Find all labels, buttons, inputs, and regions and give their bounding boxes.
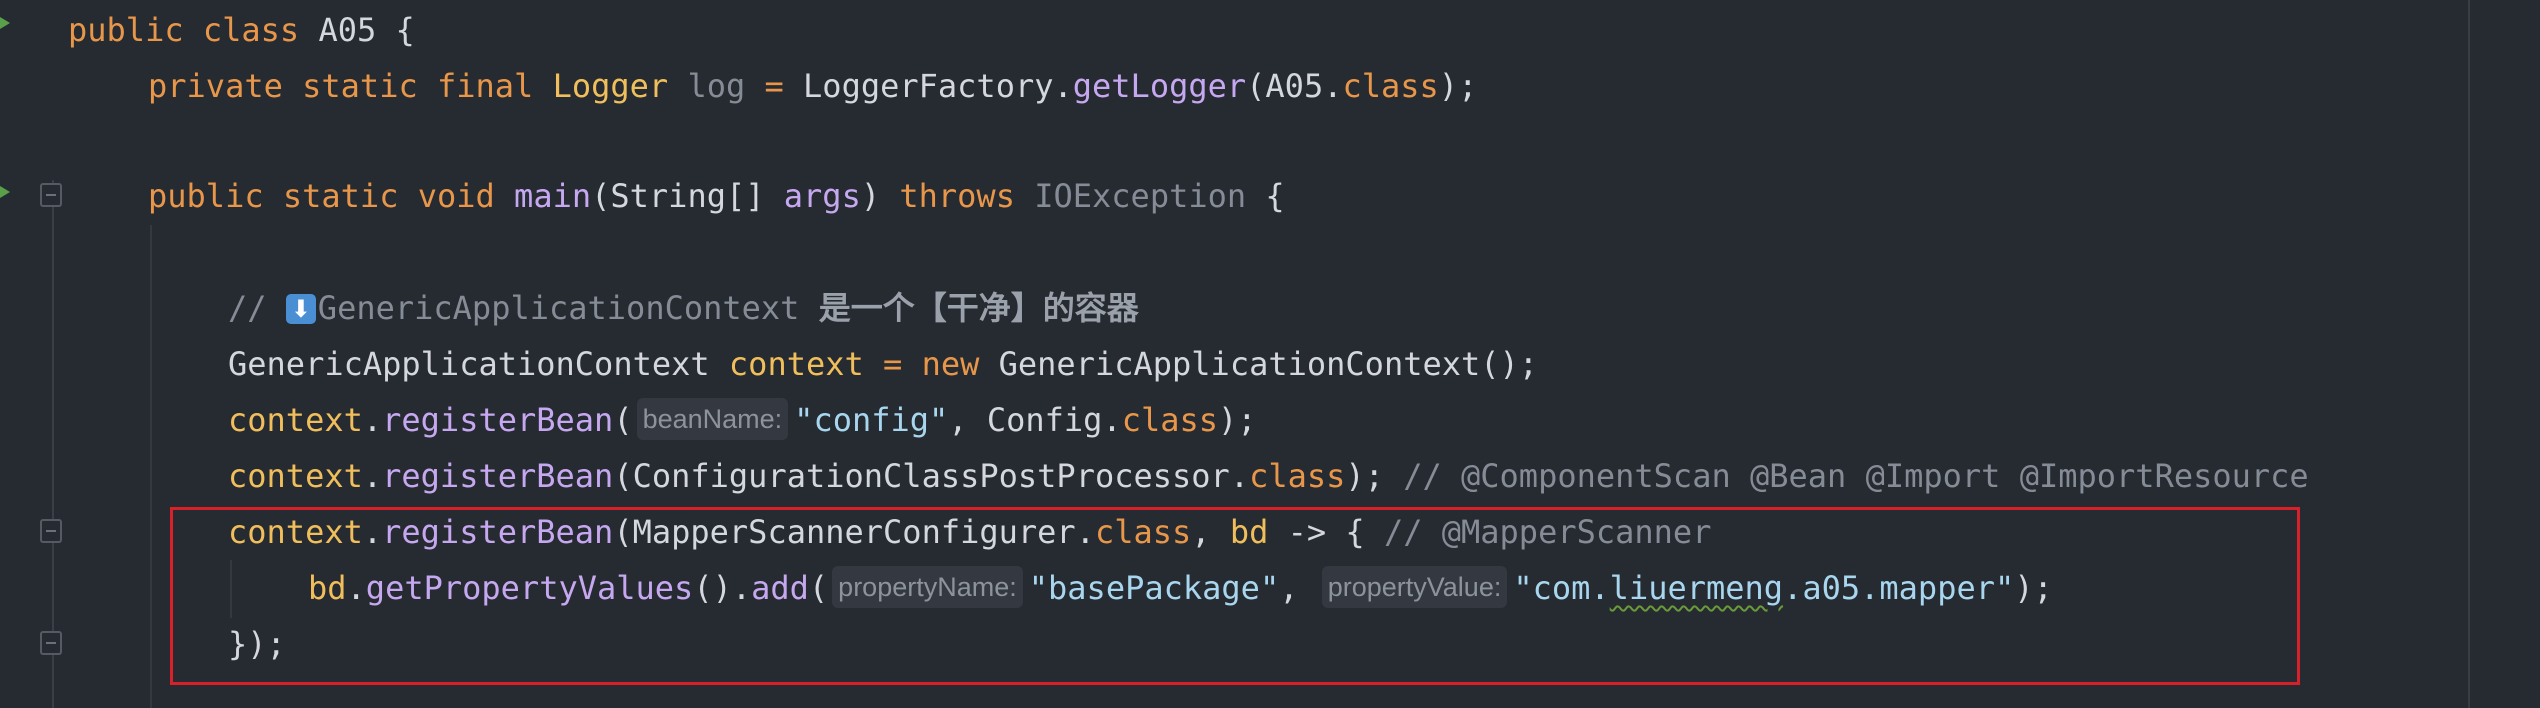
run-main-icon[interactable] (0, 186, 10, 198)
token-method: getLogger (1072, 67, 1247, 105)
fold-main-icon[interactable] (40, 183, 62, 207)
gutter (0, 0, 62, 708)
token-end: ); (1218, 401, 1257, 439)
token-args: (A05. (1246, 67, 1343, 105)
token-modifiers: private static final (148, 67, 534, 105)
token-params-close: ) (860, 177, 881, 215)
indent-guide (150, 225, 152, 708)
token-method: registerBean (382, 457, 614, 495)
token-modifiers: public static void (148, 177, 495, 215)
token-dot: . (362, 457, 383, 495)
token-exception: IOException (1034, 177, 1247, 215)
code-line-3[interactable]: public static void main(String[] args) t… (148, 168, 1285, 224)
token-string: "config" (794, 401, 949, 439)
parameter-hint-beanname: beanName: (636, 398, 789, 440)
token-variable: context (728, 345, 864, 383)
token-operator: = (863, 345, 922, 383)
comment-cjk: 是一个【干净】的容器 (818, 289, 1139, 327)
comment-slashes: // (228, 289, 286, 327)
fold-end-lambda-icon[interactable] (40, 631, 62, 655)
token-open: (ConfigurationClassPostProcessor. (613, 457, 1250, 495)
token-factory: LoggerFactory. (803, 67, 1073, 105)
token-type: GenericApplicationContext (228, 345, 729, 383)
token-mid: , Config. (948, 401, 1122, 439)
down-arrow-icon: ⬇ (285, 294, 316, 324)
token-throws: throws (899, 177, 1015, 215)
token-type: Logger (552, 67, 669, 105)
right-margin-line (2468, 0, 2470, 708)
token-open: ( (613, 401, 633, 439)
fold-lambda-icon[interactable] (40, 519, 62, 543)
token-new: new (921, 345, 980, 383)
code-line-1[interactable]: public class A05 { (68, 2, 415, 58)
code-line-5[interactable]: GenericApplicationContext context = new … (228, 336, 1538, 392)
token-method: main (514, 177, 592, 215)
token-comment: // @ComponentScan @Bean @Import @ImportR… (1383, 457, 2309, 495)
token-variable: context (228, 457, 363, 495)
code-line-6[interactable]: context.registerBean(beanName: "config", … (228, 392, 1257, 448)
token-variable: context (228, 401, 363, 439)
token-end: ); (1438, 67, 1478, 105)
token-params: (String[] (591, 177, 784, 215)
token-ctor: GenericApplicationContext(); (979, 345, 1539, 383)
comment-text: GenericApplicationContext (317, 289, 819, 327)
highlight-box (170, 507, 2300, 685)
code-line-7[interactable]: context.registerBean(ConfigurationClassP… (228, 448, 2309, 504)
gutter-fold-line (52, 180, 54, 708)
token-field: log (687, 67, 746, 105)
token-method: registerBean (382, 401, 614, 439)
token-class-keyword: class (1121, 401, 1219, 439)
token-keyword: public class (68, 11, 300, 49)
token-brace: { (1246, 177, 1285, 215)
token-dot: . (362, 401, 383, 439)
token-operator: = (764, 67, 784, 105)
token-class-name: A05 { (299, 11, 415, 49)
token-class-keyword: class (1342, 67, 1439, 105)
code-editor[interactable]: public class A05 { private static final … (0, 0, 2540, 708)
code-line-4[interactable]: // ⬇ GenericApplicationContext 是一个【干净】的容器 (228, 280, 1139, 336)
token-end: ); (1345, 457, 1384, 495)
token-class-keyword: class (1249, 457, 1346, 495)
code-line-2[interactable]: private static final Logger log = Logger… (148, 58, 1477, 114)
run-class-icon[interactable] (0, 17, 10, 29)
token-param: args (783, 177, 861, 215)
